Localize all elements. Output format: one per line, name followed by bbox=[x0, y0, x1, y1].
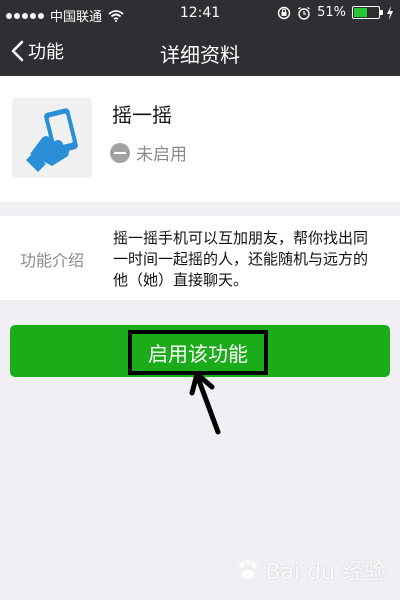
feature-status: 未启用 bbox=[110, 140, 187, 165]
charging-icon bbox=[387, 5, 393, 20]
feature-name: 摇一摇 bbox=[112, 103, 172, 127]
paw-icon bbox=[239, 559, 258, 579]
status-bar: 中国联通 12:41 51% bbox=[0, 0, 400, 28]
status-text: 未启用 bbox=[136, 145, 187, 165]
battery-icon bbox=[352, 6, 383, 19]
navigation-bar: 功能 详细资料 bbox=[0, 28, 400, 76]
enable-feature-label: 启用该功能 bbox=[148, 342, 248, 366]
battery-percent: 51% bbox=[317, 5, 346, 20]
alarm-icon bbox=[298, 6, 311, 20]
rotation-lock-icon bbox=[277, 6, 291, 19]
annotation-highlight-box[interactable]: 启用该功能 bbox=[128, 330, 268, 375]
watermark-text: Bai du 经验 bbox=[265, 560, 386, 585]
profile-card: 摇一摇 未启用 bbox=[0, 76, 400, 202]
phone-in-hand-icon bbox=[12, 98, 92, 178]
page-title: 详细资料 bbox=[160, 43, 240, 67]
intro-label: 功能介绍 bbox=[20, 251, 85, 270]
battery-fill bbox=[354, 8, 368, 17]
disabled-icon bbox=[110, 142, 130, 163]
intro-text: 摇一摇手机可以互加朋友，帮你找出同一时间一起摇的人，还能随机与远方的他（她）直接… bbox=[113, 229, 369, 289]
intro-card: 功能介绍 摇一摇手机可以互加朋友，帮你找出同一时间一起摇的人，还能随机与远方的他… bbox=[0, 216, 400, 300]
watermark: Bai du 经验 bbox=[235, 554, 386, 586]
status-right: 51% bbox=[277, 5, 394, 20]
